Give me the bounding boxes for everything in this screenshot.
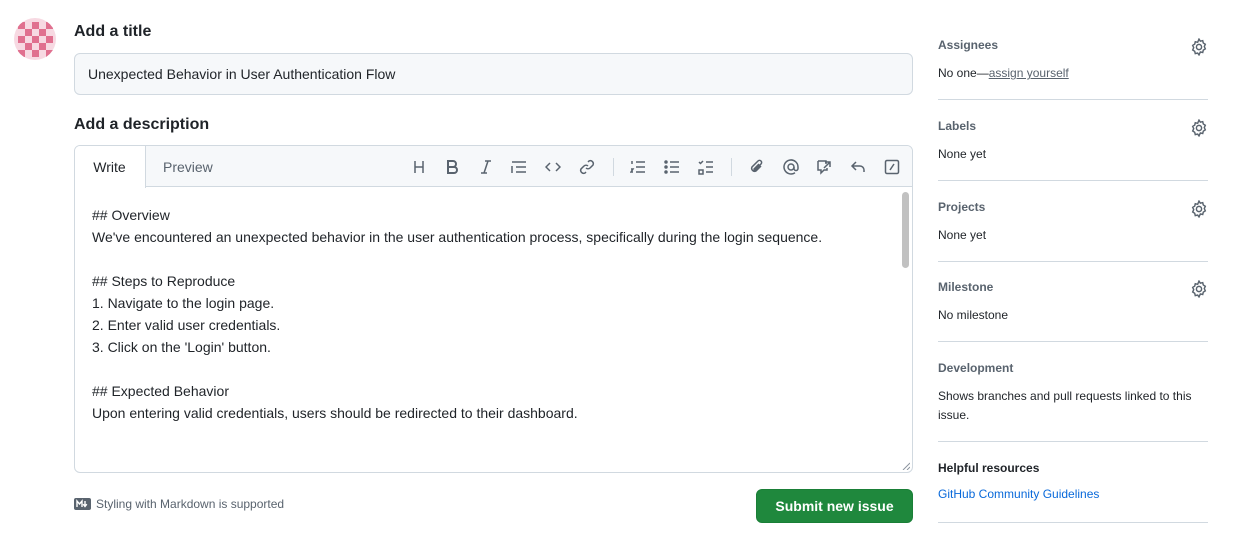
markdown-icon bbox=[74, 498, 91, 510]
editor-scrollbar[interactable] bbox=[902, 192, 909, 268]
assignees-value-text: No one— bbox=[938, 66, 989, 80]
description-line: 1. Navigate to the login page. bbox=[92, 295, 275, 311]
tab-write[interactable]: Write bbox=[75, 146, 146, 188]
community-guidelines-link[interactable]: GitHub Community Guidelines bbox=[938, 487, 1208, 501]
development-value: Shows branches and pull requests linked … bbox=[938, 389, 1192, 422]
helpful-resources-title: Helpful resources bbox=[938, 461, 1040, 475]
title-input[interactable]: Unexpected Behavior in User Authenticati… bbox=[74, 53, 913, 95]
assignees-title: Assignees bbox=[938, 38, 999, 52]
helpful-resources-section: Helpful resources GitHub Community Guide… bbox=[938, 461, 1208, 501]
italic-icon[interactable] bbox=[475, 156, 497, 178]
labels-value: None yet bbox=[938, 147, 987, 161]
labels-title: Labels bbox=[938, 119, 977, 133]
reference-icon[interactable] bbox=[813, 156, 835, 178]
assignees-gear-icon[interactable] bbox=[1190, 38, 1208, 56]
mention-icon[interactable] bbox=[780, 156, 802, 178]
assign-yourself-link[interactable]: assign yourself bbox=[989, 66, 1069, 80]
projects-gear-icon[interactable] bbox=[1190, 200, 1208, 218]
projects-title: Projects bbox=[938, 200, 986, 214]
description-line: 3. Click on the 'Login' button. bbox=[92, 339, 271, 355]
attach-icon[interactable] bbox=[746, 156, 768, 178]
milestone-section: Milestone No milestone bbox=[938, 280, 1208, 325]
bold-icon[interactable] bbox=[441, 156, 463, 178]
submit-issue-button[interactable]: Submit new issue bbox=[756, 489, 913, 523]
description-line: Upon entering valid credentials, users s… bbox=[92, 405, 578, 421]
slash-command-icon[interactable] bbox=[881, 156, 903, 178]
labels-section: Labels None yet bbox=[938, 119, 1208, 164]
assignees-section: Assignees No one—assign yourself bbox=[938, 38, 1208, 83]
code-icon[interactable] bbox=[542, 156, 564, 178]
ordered-list-icon[interactable] bbox=[627, 156, 649, 178]
description-heading: Add a description bbox=[74, 116, 210, 133]
unordered-list-icon[interactable] bbox=[661, 156, 683, 178]
link-icon[interactable] bbox=[576, 156, 598, 178]
description-line: ## Steps to Reproduce bbox=[92, 273, 236, 289]
milestone-value: No milestone bbox=[938, 308, 1009, 322]
labels-gear-icon[interactable] bbox=[1190, 119, 1208, 137]
development-section: Development Shows branches and pull requ… bbox=[938, 361, 1208, 425]
tab-preview[interactable]: Preview bbox=[163, 146, 213, 188]
milestone-gear-icon[interactable] bbox=[1190, 280, 1208, 298]
description-line: ## Overview bbox=[92, 207, 170, 223]
description-line bbox=[92, 248, 892, 270]
projects-section: Projects None yet bbox=[938, 200, 1208, 245]
markdown-note: Styling with Markdown is supported bbox=[74, 497, 284, 511]
quote-icon[interactable] bbox=[508, 156, 530, 178]
editor-toolbar: Write Preview bbox=[75, 146, 912, 188]
heading-icon[interactable] bbox=[408, 156, 430, 178]
reply-icon[interactable] bbox=[847, 156, 869, 178]
assignees-value: No one—assign yourself bbox=[938, 64, 1208, 83]
resize-grip-icon[interactable] bbox=[902, 462, 910, 470]
projects-value: None yet bbox=[938, 228, 987, 242]
description-textarea[interactable]: ## Overview We've encountered an unexpect… bbox=[92, 204, 892, 424]
description-line bbox=[92, 358, 892, 380]
avatar bbox=[14, 18, 56, 60]
description-editor: Write Preview ## Overview We've encounte… bbox=[74, 145, 913, 473]
task-list-icon[interactable] bbox=[695, 156, 717, 178]
description-line: ## Expected Behavior bbox=[92, 383, 229, 399]
markdown-note-text: Styling with Markdown is supported bbox=[96, 497, 285, 511]
description-line: We've encountered an unexpected behavior… bbox=[92, 229, 823, 245]
milestone-title: Milestone bbox=[938, 280, 994, 294]
development-title: Development bbox=[938, 361, 1014, 375]
title-heading: Add a title bbox=[74, 23, 152, 40]
description-line: 2. Enter valid user credentials. bbox=[92, 317, 281, 333]
